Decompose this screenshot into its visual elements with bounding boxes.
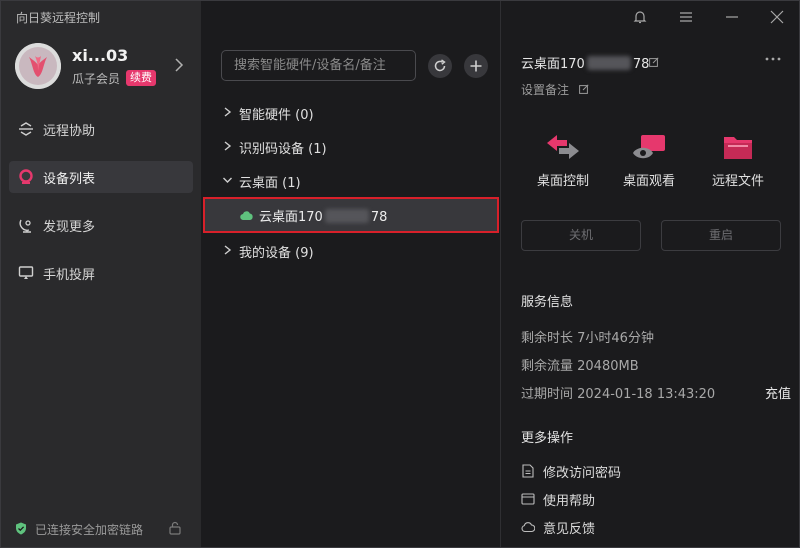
connection-status-text: 已连接安全加密链路	[35, 523, 144, 537]
set-note-link[interactable]: 设置备注	[521, 81, 569, 98]
sidebar-item-label: 远程协助	[43, 124, 96, 139]
chevron-down-icon	[223, 177, 232, 183]
redacted-digits	[586, 56, 631, 70]
restart-button[interactable]: 重启	[661, 220, 781, 251]
connection-status: 已连接安全加密链路	[15, 520, 195, 538]
device-title: 云桌面170 78	[521, 53, 649, 72]
sidebar-item-remote-assist[interactable]: 远程协助	[9, 113, 193, 145]
redacted-digits	[324, 209, 369, 223]
device-list-icon	[19, 169, 33, 184]
app-title: 向日葵远程控制	[16, 11, 101, 25]
device-row-cloud-desktop[interactable]: 云桌面170 78	[203, 197, 499, 233]
desktop-view-icon	[633, 135, 665, 159]
bell-icon[interactable]	[632, 9, 648, 25]
membership-level: 瓜子会员	[72, 72, 121, 86]
device-title-prefix: 云桌面170	[521, 57, 585, 72]
lock-icon[interactable]	[169, 521, 181, 535]
remote-file-label: 远程文件	[711, 174, 764, 189]
chevron-right-icon[interactable]	[174, 58, 184, 72]
sidebar: 向日葵远程控制 xi...03 瓜子会员 续费 远程协助 设备列表 发现更多 手…	[1, 1, 201, 547]
shutdown-button[interactable]: 关机	[521, 220, 641, 251]
minimize-icon[interactable]	[724, 9, 740, 25]
remote-assist-icon	[19, 122, 33, 136]
add-device-button[interactable]	[464, 54, 488, 78]
device-name-suffix: 78	[370, 210, 388, 225]
more-actions-title: 更多操作	[521, 431, 574, 446]
feedback-cloud-icon	[521, 522, 535, 533]
tree-group-label: 我的设备 (9)	[239, 246, 314, 261]
tree-group-smart-hardware[interactable]: 智能硬件 (0)	[201, 95, 501, 129]
device-name: 云桌面170 78	[259, 206, 387, 225]
chevron-right-icon	[224, 107, 232, 117]
sidebar-item-label: 设备列表	[43, 172, 96, 187]
expire-time: 过期时间 2024-01-18 13:43:20	[521, 387, 716, 402]
user-name: xi...03	[72, 46, 129, 65]
chevron-right-icon	[224, 141, 232, 151]
remote-file-icon	[724, 137, 752, 159]
tree-group-label: 智能硬件 (0)	[239, 108, 314, 123]
tree-group-id-devices[interactable]: 识别码设备 (1)	[201, 129, 501, 163]
app-window: 向日葵远程控制 xi...03 瓜子会员 续费 远程协助 设备列表 发现更多 手…	[0, 0, 800, 548]
desktop-control-button[interactable]: 桌面控制	[528, 131, 598, 189]
device-detail-panel: 云桌面170 78 设置备注 桌面控制 桌面观看 远程文件 关机 重启 服务信息…	[501, 1, 799, 547]
refresh-button[interactable]	[428, 54, 452, 78]
desktop-view-label: 桌面观看	[622, 174, 675, 189]
shield-check-icon	[16, 522, 26, 535]
device-name-prefix: 云桌面170	[259, 210, 323, 225]
edit-icon[interactable]	[649, 57, 659, 67]
remaining-traffic: 剩余流量 20480MB	[521, 359, 639, 374]
sidebar-item-device-list[interactable]: 设备列表	[9, 161, 193, 193]
cloud-online-icon	[240, 211, 253, 220]
feedback-label: 意见反馈	[543, 522, 596, 537]
more-icon[interactable]	[764, 54, 782, 64]
device-title-suffix: 78	[632, 57, 650, 72]
help-window-icon	[521, 493, 535, 505]
avatar[interactable]	[15, 43, 61, 89]
tulip-avatar-icon	[15, 43, 61, 89]
renew-badge[interactable]: 续费	[126, 70, 156, 86]
screen-cast-icon	[18, 266, 34, 279]
tree-group-my-devices[interactable]: 我的设备 (9)	[201, 233, 501, 267]
sidebar-item-label: 手机投屏	[43, 268, 96, 283]
close-icon[interactable]	[769, 9, 785, 25]
search-input[interactable]	[221, 50, 416, 81]
tree-group-label: 识别码设备 (1)	[239, 142, 327, 157]
device-list-panel: 智能硬件 (0) 识别码设备 (1) 云桌面 (1) 云桌面170 78	[201, 1, 501, 547]
edit-icon[interactable]	[579, 84, 589, 94]
desktop-control-icon	[547, 135, 579, 159]
tree-group-cloud-desktop[interactable]: 云桌面 (1)	[201, 163, 501, 197]
menu-icon[interactable]	[678, 9, 694, 25]
sidebar-item-label: 发现更多	[43, 220, 96, 235]
chevron-right-icon	[224, 245, 232, 255]
document-icon	[522, 464, 534, 478]
recharge-button[interactable]: 充值	[765, 383, 791, 402]
profile-card[interactable]: xi...03 瓜子会员 续费	[15, 43, 195, 91]
tree-group-label: 云桌面 (1)	[239, 176, 301, 191]
remaining-time: 剩余时长 7小时46分钟	[521, 331, 654, 346]
remote-file-button[interactable]: 远程文件	[703, 131, 773, 189]
sidebar-item-discover[interactable]: 发现更多	[9, 209, 193, 241]
help-label: 使用帮助	[543, 494, 596, 509]
refresh-icon	[434, 59, 446, 72]
desktop-view-button[interactable]: 桌面观看	[614, 131, 684, 189]
discover-icon	[19, 219, 31, 233]
sidebar-item-screen-cast[interactable]: 手机投屏	[9, 257, 193, 289]
device-tree: 智能硬件 (0) 识别码设备 (1) 云桌面 (1) 云桌面170 78 我的设…	[201, 95, 501, 267]
service-info-title: 服务信息	[521, 295, 574, 310]
desktop-control-label: 桌面控制	[536, 174, 589, 189]
sidebar-nav: 远程协助 设备列表 发现更多 手机投屏	[9, 113, 193, 305]
change-password-label: 修改访问密码	[543, 466, 622, 481]
plus-icon	[470, 60, 482, 72]
